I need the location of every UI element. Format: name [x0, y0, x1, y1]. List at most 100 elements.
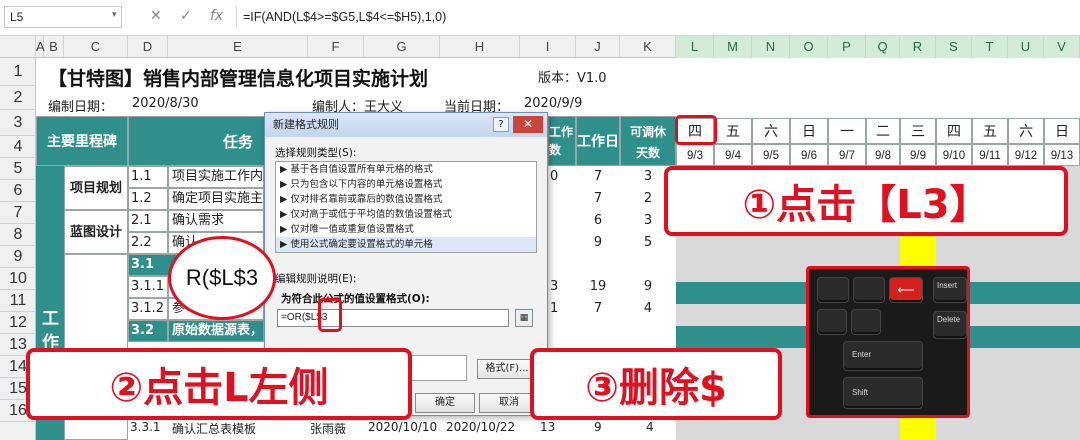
row-header[interactable]: 7	[0, 202, 36, 224]
cancel-icon[interactable]: ✕	[150, 8, 162, 24]
date-cell[interactable]: 9/12	[1008, 144, 1044, 166]
col-header-d[interactable]: D	[128, 36, 168, 58]
date-cell[interactable]: 9/5	[752, 144, 790, 166]
insert-key: Insert	[933, 277, 967, 303]
task-number: 2.2	[128, 232, 168, 254]
rule-type-list[interactable]: ▶ 基于各自值设置所有单元格的格式 ▶ 只为包含以下内容的单元格设置格式 ▶ 仅…	[275, 161, 537, 253]
task-workdays: 19	[589, 279, 607, 294]
name-box[interactable]: L5	[4, 6, 122, 28]
weekday-cell[interactable]: 日	[790, 118, 828, 144]
weekday-cell[interactable]: 四	[936, 118, 972, 144]
date-cell[interactable]: 9/13	[1044, 144, 1080, 166]
col-header-s[interactable]: S	[936, 36, 972, 58]
col-header-u[interactable]: U	[1008, 36, 1044, 58]
zoom-magnifier: R($L$3	[168, 236, 276, 320]
format-button[interactable]: 格式(F)...	[477, 359, 537, 379]
formula-bar: L5 ▾ ✕ ✓ fx =IF(AND(L$4>=$G5,L$4<=$H5),1…	[0, 0, 1080, 36]
row-header[interactable]: 8	[0, 224, 36, 246]
col-header-t[interactable]: T	[972, 36, 1008, 58]
task-workdays: 6	[593, 213, 603, 228]
row-header[interactable]: 1	[0, 58, 36, 86]
col-header-k[interactable]: K	[620, 36, 676, 58]
row-header[interactable]: 5	[0, 158, 36, 180]
date-cell[interactable]: 9/11	[972, 144, 1008, 166]
col-header-c[interactable]: C	[64, 36, 128, 58]
task-number: 3.2	[128, 320, 168, 342]
rule-type-item[interactable]: ▶ 仅对唯一值或重复值设置格式	[276, 222, 536, 237]
row-header[interactable]: 10	[0, 268, 36, 290]
chevron-down-icon[interactable]: ▾	[112, 10, 117, 20]
col-header-f[interactable]: F	[308, 36, 364, 58]
current-date-value: 2020/9/9	[524, 96, 583, 111]
header-workdays: 工作日	[576, 116, 620, 166]
col-header-b[interactable]: B	[44, 36, 64, 58]
date-cell[interactable]: 9/7	[828, 144, 866, 166]
rule-type-item[interactable]: ▶ 仅对排名靠前或靠后的数值设置格式	[276, 192, 536, 207]
col-header-e[interactable]: E	[168, 36, 308, 58]
weekday-cell[interactable]: 五	[972, 118, 1008, 144]
row-header[interactable]: 6	[0, 180, 36, 202]
version-label: 版本：V1.0	[538, 71, 607, 86]
weekday-cell[interactable]: 五	[714, 118, 752, 144]
task-days: 0	[550, 169, 559, 184]
select-type-label: 选择规则类型(S):	[275, 147, 357, 159]
row-header[interactable]: 2	[0, 86, 36, 110]
ok-button[interactable]: 确定	[415, 393, 475, 413]
col-header-l[interactable]: L	[676, 36, 714, 58]
date-cell[interactable]: 9/8	[866, 144, 900, 166]
rule-type-item[interactable]: ▶ 只为包含以下内容的单元格设置格式	[276, 177, 536, 192]
rule-formula-input[interactable]: =OR($L$3	[277, 309, 509, 327]
row-header[interactable]: 12	[0, 312, 36, 334]
date-cell[interactable]: 9/10	[936, 144, 972, 166]
dialog-title: 新建格式规则	[273, 118, 339, 131]
date-cell[interactable]: 9/3	[676, 144, 714, 166]
shift-key: Shift	[843, 377, 923, 409]
function-icon[interactable]: fx	[210, 8, 223, 24]
help-icon[interactable]: ?	[493, 117, 509, 132]
weekday-cell-today[interactable]: 三	[900, 118, 936, 144]
weekday-cell[interactable]: 一	[828, 118, 866, 144]
task-number: 3.1.2	[128, 298, 168, 320]
rule-type-item[interactable]: ▶ 仅对高于或低于平均值的数值设置格式	[276, 207, 536, 222]
weekday-cell[interactable]: 二	[866, 118, 900, 144]
row-header[interactable]: 3	[0, 110, 36, 136]
col-header-j[interactable]: J	[576, 36, 620, 58]
col-header-r[interactable]: R	[900, 36, 936, 58]
task-workdays: 7	[593, 301, 603, 316]
date-cell[interactable]: 9/6	[790, 144, 828, 166]
row-header[interactable]: 11	[0, 290, 36, 312]
select-all-corner[interactable]	[0, 36, 36, 58]
step2-callout: ②点击L左侧	[26, 348, 412, 420]
weekday-cell[interactable]: 日	[1044, 118, 1080, 144]
task-name: 确认汇总表模板	[172, 422, 257, 436]
task-number: 2.1	[128, 210, 168, 232]
range-select-icon[interactable]: ▦	[515, 309, 533, 327]
col-header-m[interactable]: M	[714, 36, 752, 58]
col-header-v[interactable]: V	[1044, 36, 1080, 58]
row-header[interactable]: 4	[0, 136, 36, 158]
task-days: 3	[550, 279, 559, 294]
highlight-box-formula	[318, 298, 342, 332]
weekday-cell[interactable]: 六	[752, 118, 790, 144]
col-header-h[interactable]: H	[440, 36, 520, 58]
close-button[interactable]: ✕	[513, 116, 543, 133]
step3-callout: ③删除$	[530, 348, 782, 420]
rule-type-item[interactable]: ▶ 基于各自值设置所有单元格的格式	[276, 162, 536, 177]
formula-input[interactable]: =IF(AND(L$4>=$G5,L$4<=$H5),1,0)	[236, 6, 1076, 28]
date-cell[interactable]: 9/4	[714, 144, 752, 166]
col-header-a[interactable]: A	[36, 36, 45, 58]
col-header-q[interactable]: Q	[866, 36, 900, 58]
keyboard-key	[817, 277, 849, 303]
weekday-cell[interactable]: 六	[1008, 118, 1044, 144]
row-header[interactable]: 9	[0, 246, 36, 268]
confirm-icon[interactable]: ✓	[180, 8, 192, 24]
rule-type-item-selected[interactable]: ▶ 使用公式确定要设置格式的单元格	[276, 237, 536, 252]
col-header-g[interactable]: G	[364, 36, 440, 58]
col-header-n[interactable]: N	[752, 36, 790, 58]
date-cell[interactable]: 9/9	[900, 144, 936, 166]
col-header-o[interactable]: O	[790, 36, 828, 58]
col-header-i[interactable]: I	[520, 36, 576, 58]
compile-date-label: 编制日期：	[48, 100, 114, 115]
keyboard-photo: ⟵ Insert Delete Enter Shift	[806, 266, 970, 418]
col-header-p[interactable]: P	[828, 36, 866, 58]
